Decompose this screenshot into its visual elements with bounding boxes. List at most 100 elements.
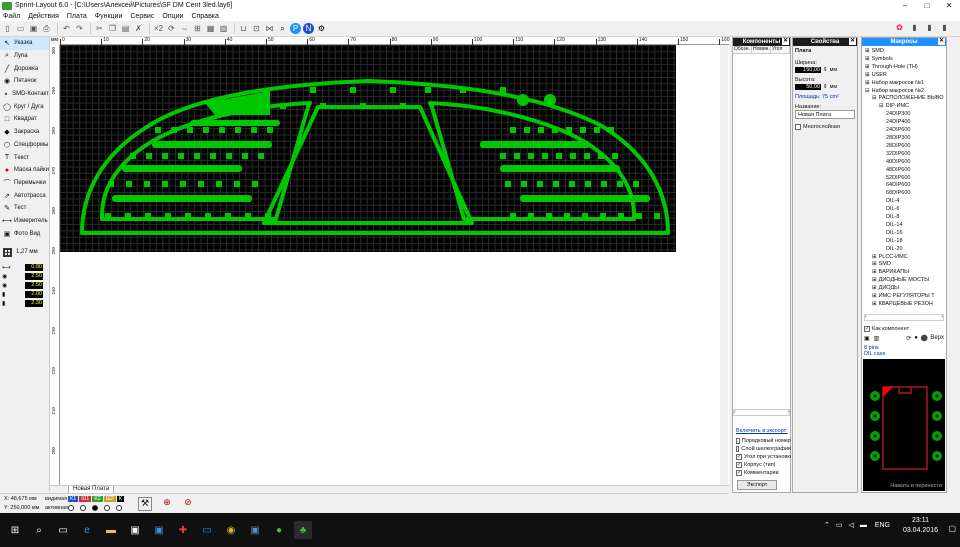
monitor-icon[interactable]: ▭ xyxy=(198,521,216,539)
expand-icon[interactable]: ⊞ xyxy=(865,56,870,62)
macro-tree-item[interactable]: 68DIP600 xyxy=(865,190,946,198)
paste-icon[interactable]: ▤ xyxy=(120,23,131,34)
tool-app-icon[interactable]: ✚ xyxy=(174,521,192,539)
pcb-pad[interactable] xyxy=(654,213,660,219)
store-icon[interactable]: ▣ xyxy=(126,521,144,539)
edge-icon[interactable]: e xyxy=(78,521,96,539)
height-field[interactable]: 50,00 xyxy=(795,84,821,90)
pcb-pad[interactable] xyxy=(528,153,534,159)
task-view-icon[interactable]: ▭ xyxy=(54,521,72,539)
pcb-pad[interactable] xyxy=(598,153,604,159)
export-link[interactable]: Включить в экспорт: xyxy=(736,428,788,434)
macro-tree-item[interactable]: 40DIP600 xyxy=(865,159,946,167)
radio-k1[interactable] xyxy=(68,505,74,511)
height-spin-icon[interactable]: ⇕ xyxy=(823,84,828,90)
pcb-pad[interactable] xyxy=(570,153,576,159)
tool-photo-view[interactable]: ▣ Фото Вид xyxy=(0,227,49,240)
expand-icon[interactable]: ⊞ xyxy=(872,301,877,307)
components-hscroll[interactable]: ‹ › xyxy=(733,409,790,416)
macro-tree[interactable]: ⊞ SMD ⊞ Symbols ⊞ Through-Hole (TH) ⊞ USER ⊞ Набо… xyxy=(862,48,946,312)
pcb-pad[interactable] xyxy=(538,127,544,133)
color-icon[interactable]: ✿ xyxy=(894,22,905,33)
pcb-pad[interactable] xyxy=(258,153,264,159)
canvas-scrollbar[interactable] xyxy=(720,45,728,485)
expand-icon[interactable]: ⊞ xyxy=(872,285,877,291)
macro-tree-item[interactable]: DIL-8 xyxy=(865,214,946,222)
pcb-pad[interactable] xyxy=(569,181,575,187)
pcb-pad[interactable] xyxy=(171,127,177,133)
pcb-pad[interactable] xyxy=(633,181,639,187)
width-value[interactable]: 2.50 xyxy=(25,282,43,289)
tool-text[interactable]: T Текст xyxy=(0,151,49,164)
green-app-icon[interactable]: ● xyxy=(270,521,288,539)
width-value[interactable]: 0.80 xyxy=(25,264,43,271)
pcb-pad[interactable] xyxy=(205,213,211,219)
tray-battery-icon[interactable]: ▬ xyxy=(860,522,867,529)
grid-selector[interactable]: 1,27 мм xyxy=(0,245,49,259)
open-icon[interactable]: ▭ xyxy=(15,23,26,34)
pcb-pad[interactable] xyxy=(178,153,184,159)
pcb-pad[interactable] xyxy=(580,127,586,133)
menu-6[interactable]: Справка xyxy=(191,13,218,20)
rotate-icon[interactable]: ⟳ xyxy=(166,23,177,34)
delete-macro-icon[interactable]: ▥ xyxy=(874,335,880,342)
pcb-pad[interactable] xyxy=(242,153,248,159)
pcb-pad[interactable] xyxy=(216,181,222,187)
pcb-pad[interactable] xyxy=(146,153,152,159)
search-icon[interactable]: ⌕ xyxy=(30,521,48,539)
components-col[interactable]: Обозн. xyxy=(733,46,752,53)
tool-magnifier[interactable]: ⌕ Лупа xyxy=(0,50,49,63)
width-value[interactable]: 2.50 xyxy=(25,273,43,280)
pcb-pad[interactable] xyxy=(542,153,548,159)
pcb-pad[interactable] xyxy=(245,213,251,219)
macro-tree-item[interactable]: 28DIP300 xyxy=(865,135,946,143)
export-option-checkbox[interactable]: ✓ Комментарии xyxy=(736,469,791,477)
export-button[interactable]: Экспорт xyxy=(737,480,777,490)
pcb-pad[interactable] xyxy=(234,181,240,187)
align-icon[interactable]: ⊞ xyxy=(192,23,203,34)
pcb-pad[interactable] xyxy=(126,181,132,187)
pcb-pad[interactable] xyxy=(105,213,111,219)
menu-5[interactable]: Опции xyxy=(162,13,183,20)
macro-tree-item[interactable]: ⊟ DIP-ИМС xyxy=(865,103,946,111)
macro-tree-item[interactable]: DIL-6 xyxy=(865,206,946,214)
collapse-icon[interactable]: ⊟ xyxy=(872,95,877,101)
settings-icon[interactable]: ⚙ xyxy=(316,23,327,34)
pcb-pad[interactable] xyxy=(618,213,624,219)
layer-top-icon[interactable]: ⚫ xyxy=(921,335,928,342)
macro-tree-item[interactable]: ⊞ ВАРИКАПЫ xyxy=(865,269,946,277)
drc-icon[interactable]: P xyxy=(290,23,301,34)
pcb-pad[interactable] xyxy=(636,213,642,219)
pcb-pad[interactable] xyxy=(155,127,161,133)
expand-icon[interactable]: ⊞ xyxy=(865,80,870,86)
macro-tree-item[interactable]: ⊞ Набор макросов №1 xyxy=(865,80,946,88)
tray-volume-icon[interactable]: ◁ xyxy=(848,521,853,529)
pcb-pad[interactable] xyxy=(144,181,150,187)
close-icon[interactable]: ✕ xyxy=(782,38,789,45)
cut-icon[interactable]: ✂ xyxy=(94,23,105,34)
layer-toggle[interactable]: К xyxy=(116,496,124,502)
delete-icon[interactable]: ✗ xyxy=(133,23,144,34)
expand-icon[interactable]: ⊞ xyxy=(872,293,877,299)
pcb-pad[interactable] xyxy=(552,127,558,133)
pcb-pad[interactable] xyxy=(162,153,168,159)
macro-tree-item[interactable]: ⊞ Symbols xyxy=(865,56,946,64)
macro-tree-item[interactable]: 64DIP600 xyxy=(865,182,946,190)
as-component-checkbox[interactable]: ✓ Как компонент xyxy=(862,325,946,333)
layer-toggle[interactable]: Ш2 xyxy=(103,496,116,502)
pcb-board[interactable] xyxy=(60,45,676,252)
pcb-pad[interactable] xyxy=(566,127,572,133)
copy-icon[interactable]: ❐ xyxy=(107,23,118,34)
target-icon[interactable]: ⊕ xyxy=(160,497,174,511)
pcb-pad[interactable] xyxy=(310,87,316,93)
menu-2[interactable]: Плата xyxy=(67,13,87,20)
pcb-pad[interactable] xyxy=(564,213,570,219)
macro-tree-item[interactable]: 24DIP600 xyxy=(865,127,946,135)
expand-icon[interactable]: ⊞ xyxy=(872,277,877,283)
pcb-pad[interactable] xyxy=(510,213,516,219)
pcb-pad[interactable] xyxy=(203,127,209,133)
macro-tree-item[interactable]: ⊞ КВАРЦЕВЫЕ РЕЗОН xyxy=(865,301,946,309)
multilayer-checkbox[interactable]: Многослойная xyxy=(795,123,855,131)
tool-special-shapes[interactable]: ⬡ Спецформы xyxy=(0,139,49,152)
pcb-pad[interactable] xyxy=(594,127,600,133)
